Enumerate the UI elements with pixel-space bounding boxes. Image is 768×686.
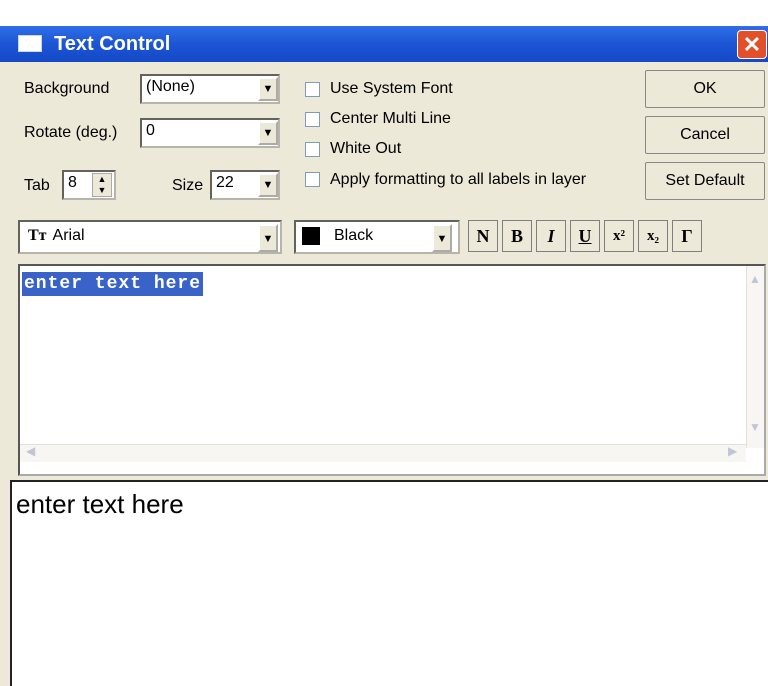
top-fringe xyxy=(0,0,768,26)
preview-text: enter text here xyxy=(16,489,184,519)
window-icon xyxy=(18,35,42,52)
font-select[interactable]: Tт Arial xyxy=(18,220,282,254)
center-multi-line-checkbox[interactable] xyxy=(305,112,320,127)
rotate-dropdown-arrow-icon[interactable]: ▼ xyxy=(258,121,278,145)
background-dropdown-arrow-icon[interactable]: ▼ xyxy=(258,77,278,101)
scroll-right-icon[interactable]: ▶ xyxy=(728,444,737,458)
color-value: Black xyxy=(334,227,374,244)
tab-value: 8 xyxy=(68,174,77,191)
subscript-format-button[interactable]: x₂ xyxy=(638,220,668,252)
set-default-button[interactable]: Set Default xyxy=(645,162,765,200)
tab-spinner-arrows-icon[interactable]: ▲ ▼ xyxy=(92,173,112,197)
rotate-value: 0 xyxy=(146,122,155,139)
white-out-checkbox[interactable] xyxy=(305,142,320,157)
normal-format-button[interactable]: N xyxy=(468,220,498,252)
editor-selected-text[interactable]: enter text here xyxy=(22,272,204,296)
apply-all-labels-label: Apply formatting to all labels in layer xyxy=(330,171,587,188)
use-system-font-label: Use System Font xyxy=(330,80,453,97)
size-dropdown-arrow-icon[interactable]: ▼ xyxy=(258,173,278,197)
background-value: (None) xyxy=(146,78,195,95)
bold-format-button[interactable]: B xyxy=(502,220,532,252)
greek-format-button[interactable]: Γ xyxy=(672,220,702,252)
font-value: Arial xyxy=(52,227,85,244)
scroll-left-icon[interactable]: ◀ xyxy=(26,444,35,458)
color-swatch xyxy=(302,226,320,245)
cancel-button[interactable]: Cancel xyxy=(645,116,765,154)
color-dropdown-arrow-icon[interactable]: ▼ xyxy=(432,224,452,252)
size-value: 22 xyxy=(216,174,234,191)
size-label: Size xyxy=(172,177,204,194)
underline-format-button[interactable]: U xyxy=(570,220,600,252)
close-button[interactable]: ✕ xyxy=(737,30,767,59)
white-out-label: White Out xyxy=(330,140,402,157)
scroll-up-icon[interactable]: ▲ xyxy=(749,272,761,286)
superscript-format-button[interactable]: x² xyxy=(604,220,634,252)
scroll-down-icon[interactable]: ▼ xyxy=(749,420,761,434)
font-type-icon: Tт xyxy=(28,227,47,244)
italic-format-button[interactable]: I xyxy=(536,220,566,252)
use-system-font-checkbox[interactable] xyxy=(305,82,320,97)
rotate-label: Rotate (deg.) xyxy=(24,124,118,141)
ok-button[interactable]: OK xyxy=(645,70,765,108)
background-label: Background xyxy=(24,80,110,97)
apply-all-labels-checkbox[interactable] xyxy=(305,172,320,187)
horizontal-scrollbar[interactable] xyxy=(20,444,746,462)
font-dropdown-arrow-icon[interactable]: ▼ xyxy=(258,224,278,252)
window-title: Text Control xyxy=(54,33,171,55)
center-multi-line-label: Center Multi Line xyxy=(330,110,451,127)
tab-label: Tab xyxy=(24,177,50,194)
